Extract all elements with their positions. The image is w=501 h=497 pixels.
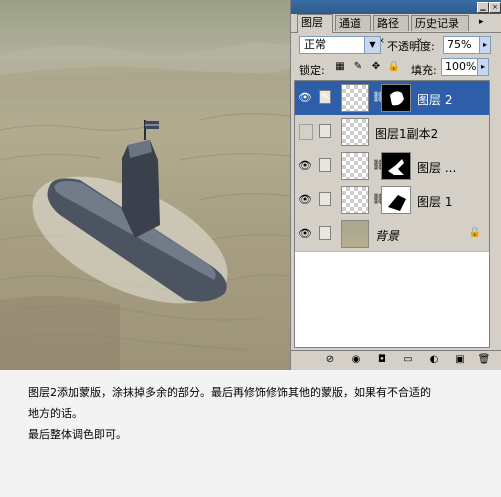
caption-line: 地方的话。: [28, 407, 83, 420]
caption-line: 最后整体调色即可。: [28, 428, 127, 441]
tab-history[interactable]: 历史记录×: [411, 15, 469, 45]
eye-icon[interactable]: 👁: [297, 226, 313, 242]
layer-mask-thumbnail[interactable]: [381, 186, 411, 214]
link-cell[interactable]: [319, 124, 331, 138]
opacity-input[interactable]: 75% ▸: [443, 36, 491, 54]
tab-paths[interactable]: 路径×: [373, 15, 409, 45]
layer-row[interactable]: 👁 背景 🔒: [295, 217, 489, 252]
layer-thumbnail: [341, 220, 369, 248]
dropdown-arrow-icon[interactable]: ▸: [477, 59, 488, 75]
layer-name: 图层 ...: [417, 161, 457, 175]
lock-label: 锁定:: [299, 64, 325, 77]
document-canvas[interactable]: [0, 0, 290, 370]
tab-channels[interactable]: 通道×: [335, 15, 371, 45]
blend-mode-select[interactable]: 正常 ▼: [299, 36, 381, 54]
layer-name: 图层1副本2: [375, 127, 439, 141]
panel-tabs: 图层× 通道× 路径× 历史记录× ▸: [291, 14, 501, 45]
eye-icon[interactable]: 👁: [297, 90, 313, 106]
eye-icon[interactable]: 👁: [297, 192, 313, 208]
add-style-icon[interactable]: ◉: [349, 353, 363, 367]
minimize-button[interactable]: ▁: [477, 2, 489, 13]
visibility-toggle[interactable]: [299, 124, 313, 140]
layers-list: 👁 ✎ ⛓ 图层 2 图层1副本2 👁 ⛓ 图层 ... 👁 ⛓ 图层 1 👁 …: [294, 80, 490, 348]
layers-panel: ▁ × 图层× 通道× 路径× 历史记录× ▸ 正常 ▼ 不透明度: 75% ▸…: [290, 0, 501, 370]
instruction-text: 图层2添加蒙版，涂抹掉多余的部分。最后再修饰修饰其他的蒙版，如果有不合适的 地方…: [28, 382, 488, 445]
tab-layers[interactable]: 图层×: [297, 14, 333, 44]
close-button[interactable]: ×: [489, 2, 501, 13]
lock-all-icon[interactable]: 🔒: [387, 60, 401, 74]
eye-icon[interactable]: 👁: [297, 158, 313, 174]
add-mask-icon[interactable]: ◘: [375, 353, 389, 367]
lock-position-icon[interactable]: ✥: [369, 60, 383, 74]
link-layers-icon[interactable]: ⊘: [323, 353, 337, 367]
layer-thumbnail: [341, 84, 369, 112]
layer-row[interactable]: 👁 ⛓ 图层 1: [295, 183, 489, 218]
layer-mask-thumbnail[interactable]: [381, 84, 411, 112]
panel-menu-icon[interactable]: ▸: [479, 17, 484, 27]
caption-line: 图层2添加蒙版，涂抹掉多余的部分。最后再修饰修饰其他的蒙版，如果有不合适的: [28, 386, 431, 399]
fill-label: 填充:: [411, 64, 437, 77]
fill-input[interactable]: 100% ▸: [441, 58, 489, 76]
layer-row[interactable]: 👁 ✎ ⛓ 图层 2: [295, 81, 489, 116]
layer-name: 背景: [375, 229, 400, 243]
brush-icon[interactable]: ✎: [319, 90, 331, 104]
link-cell[interactable]: [319, 192, 331, 206]
opacity-label: 不透明度:: [387, 40, 435, 53]
lock-pixels-icon[interactable]: ✎: [351, 60, 365, 74]
layer-row[interactable]: 👁 ⛓ 图层 ...: [295, 149, 489, 184]
new-layer-icon[interactable]: ▣: [453, 353, 467, 367]
layer-thumbnail: [341, 152, 369, 180]
layer-thumbnail: [341, 118, 369, 146]
dropdown-arrow-icon[interactable]: ▸: [479, 37, 490, 53]
layer-mask-thumbnail[interactable]: [381, 152, 411, 180]
layer-name: 图层 2: [417, 93, 453, 107]
layer-thumbnail: [341, 186, 369, 214]
link-cell[interactable]: [319, 226, 331, 240]
lock-transparency-icon[interactable]: ▦: [333, 60, 347, 74]
trash-icon[interactable]: 🗑: [477, 353, 491, 367]
dropdown-arrow-icon[interactable]: ▼: [364, 37, 380, 53]
panel-bottom-toolbar: ⊘ ◉ ◘ ▭ ◐ ▣ 🗑: [291, 350, 501, 369]
link-cell[interactable]: [319, 158, 331, 172]
submarine-photo: [0, 42, 290, 370]
adjustment-layer-icon[interactable]: ◐: [427, 353, 441, 367]
layer-row[interactable]: 图层1副本2: [295, 115, 489, 150]
lock-icon: 🔒: [468, 227, 481, 238]
new-group-icon[interactable]: ▭: [401, 353, 415, 367]
panel-title-bar[interactable]: ▁ ×: [291, 0, 501, 14]
layer-name: 图层 1: [417, 195, 453, 209]
